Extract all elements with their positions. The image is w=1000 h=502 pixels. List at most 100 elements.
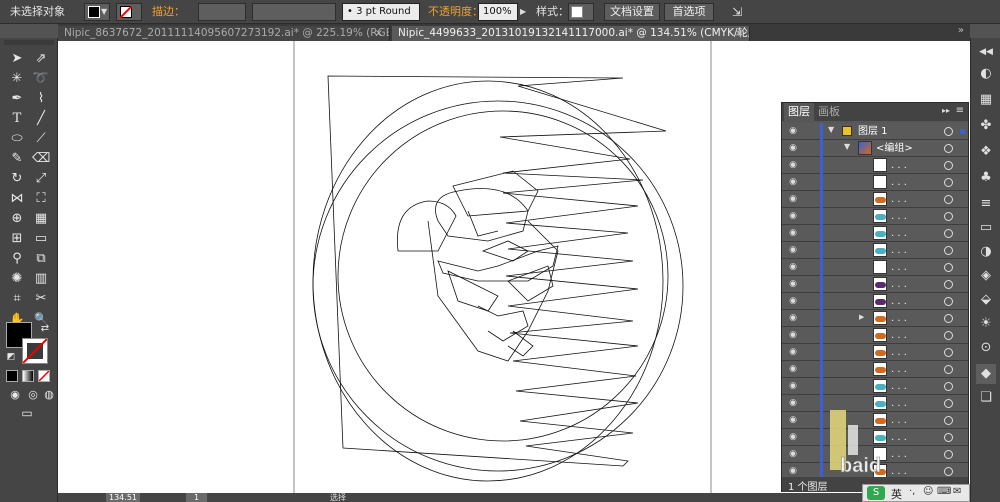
keyboard-icon[interactable]: ⌨ (937, 486, 951, 497)
tab-document-1[interactable]: Nipic_8637672_20111114095607273192.ai* @… (58, 26, 390, 41)
symbol-sprayer-tool-icon[interactable]: ✺ (8, 270, 26, 288)
expand-triangle-icon[interactable]: ▶ (859, 313, 864, 321)
screen-mode-icon[interactable]: ▭ (18, 404, 36, 422)
opacity-label[interactable]: 不透明度： (428, 3, 483, 21)
direct-selection-tool-icon[interactable]: ⇗ (32, 50, 50, 68)
style-swatch[interactable] (568, 3, 594, 21)
ellipse-tool-icon[interactable]: ⬭ (8, 130, 26, 148)
layer-item-row[interactable]: ◉ . . . (782, 344, 968, 361)
eyedropper-tool-icon[interactable]: ⚲ (8, 250, 26, 268)
zoom-field[interactable]: 134.51 (106, 493, 140, 502)
eye-icon[interactable]: ◉ (786, 363, 800, 375)
slice-tool-icon[interactable]: ✂ (32, 290, 50, 308)
transparency-panel-icon[interactable]: ◑ (976, 242, 996, 262)
eye-icon[interactable]: ◉ (786, 227, 800, 239)
color-mode-button[interactable] (6, 370, 18, 382)
layer-item-row[interactable]: ◉ . . . (782, 293, 968, 310)
layer-item-row[interactable]: ◉ . . . (782, 191, 968, 208)
eye-icon[interactable]: ◉ (786, 465, 800, 477)
target-icon[interactable] (944, 161, 953, 170)
eraser-tool-icon[interactable]: ⌫ (32, 150, 50, 168)
layer-item-row[interactable]: ◉ . . . (782, 259, 968, 276)
layer-item-row[interactable]: ◉ . . . (782, 242, 968, 259)
curvature-tool-icon[interactable]: ⌇ (32, 90, 50, 108)
perspective-grid-tool-icon[interactable]: ▦ (32, 210, 50, 228)
eye-icon[interactable]: ◉ (786, 244, 800, 256)
tab-layers[interactable]: 图层 (784, 103, 814, 121)
symbols-panel-icon[interactable]: ❖ (976, 142, 996, 162)
target-icon[interactable] (944, 127, 953, 136)
pencil-tool-icon[interactable]: ✎ (8, 150, 26, 168)
stroke-weight-dropdown[interactable] (198, 3, 246, 21)
target-icon[interactable] (944, 212, 953, 221)
close-icon[interactable]: × (735, 26, 743, 41)
gradient-tool-icon[interactable]: ▭ (32, 230, 50, 248)
layer-item-row[interactable]: ◉ . . . (782, 276, 968, 293)
target-icon[interactable] (944, 348, 953, 357)
layer-item-row[interactable]: ◉ . . . (782, 361, 968, 378)
target-icon[interactable] (944, 314, 953, 323)
eye-icon[interactable]: ◉ (786, 397, 800, 409)
draw-inside-icon[interactable]: ◍ (40, 386, 58, 404)
document-setup-button[interactable]: 文档设置 (604, 3, 660, 21)
width-tool-icon[interactable]: ⋈ (8, 190, 26, 208)
arrange-icon[interactable]: ⇲ (732, 3, 742, 21)
collapse-panels-icon[interactable]: ◀◀ (976, 42, 996, 62)
eye-icon[interactable]: ◉ (786, 295, 800, 307)
target-icon[interactable] (944, 178, 953, 187)
close-icon[interactable]: × (375, 26, 383, 41)
artboard-tool-icon[interactable]: ⌗ (8, 290, 26, 308)
artboards-panel-icon[interactable]: ❏ (976, 388, 996, 408)
target-icon[interactable] (944, 263, 953, 272)
layer-row[interactable]: ◉ ▼ 图层 1 (782, 123, 968, 140)
eye-icon[interactable]: ◉ (786, 380, 800, 392)
skin-icon[interactable]: ✉ (953, 486, 961, 497)
target-icon[interactable] (944, 297, 953, 306)
stroke-label[interactable]: 描边： (152, 3, 185, 21)
pen-tool-icon[interactable]: ✒ (8, 90, 26, 108)
eye-icon[interactable]: ◉ (786, 125, 800, 137)
group-row[interactable]: ◉ ▼ <编组> (782, 140, 968, 157)
eye-icon[interactable]: ◉ (786, 431, 800, 443)
blend-tool-icon[interactable]: ⧉ (32, 250, 50, 268)
lasso-tool-icon[interactable]: ➰ (32, 70, 50, 88)
scale-tool-icon[interactable]: ⤢ (32, 170, 50, 188)
stroke-panel-icon[interactable]: ≡ (976, 194, 996, 214)
opacity-input[interactable]: 100% (478, 3, 518, 21)
eye-icon[interactable]: ◉ (786, 414, 800, 426)
target-icon[interactable] (944, 229, 953, 238)
eye-icon[interactable]: ◉ (786, 448, 800, 460)
collapse-icon[interactable]: ▸▸ (942, 106, 950, 115)
line-tool-icon[interactable]: ╱ (32, 110, 50, 128)
shape-builder-tool-icon[interactable]: ⊕ (8, 210, 26, 228)
ime-language-label[interactable]: 英 (891, 486, 902, 502)
expand-triangle-icon[interactable]: ▼ (828, 125, 834, 134)
target-icon[interactable] (944, 280, 953, 289)
eye-icon[interactable]: ◉ (786, 142, 800, 154)
fill-swatch[interactable]: ▼ (84, 3, 110, 21)
column-graph-tool-icon[interactable]: ▥ (32, 270, 50, 288)
eye-icon[interactable]: ◉ (786, 261, 800, 273)
graphic-styles-panel-icon[interactable]: ⬙ (976, 290, 996, 310)
tab-overflow-icon[interactable]: » (958, 25, 964, 36)
tab-document-2[interactable]: Nipic_4499633_20131019132141117000.ai* @… (392, 26, 750, 41)
free-transform-tool-icon[interactable]: ⛶ (32, 190, 50, 208)
brushes-panel-icon[interactable]: ✤ (976, 116, 996, 136)
gradient-panel-icon[interactable]: ▭ (976, 218, 996, 238)
eye-icon[interactable]: ◉ (786, 312, 800, 324)
gradient-mode-button[interactable] (22, 370, 34, 382)
target-icon[interactable] (944, 365, 953, 374)
paintbrush-tool-icon[interactable]: ⟋ (32, 130, 50, 148)
sogou-s-icon[interactable]: S (867, 486, 885, 500)
target-icon[interactable] (944, 195, 953, 204)
sun-panel-icon[interactable]: ☀ (976, 314, 996, 334)
chevron-right-icon[interactable]: ▶ (520, 3, 526, 21)
swatches-panel-icon[interactable]: ▦ (976, 90, 996, 110)
layer-item-row[interactable]: ◉ . . . (782, 157, 968, 174)
type-tool-icon[interactable]: T (8, 110, 26, 128)
default-colors-icon[interactable]: ◩ (2, 348, 20, 366)
panel-menu-icon[interactable]: ≡ (956, 105, 964, 116)
expand-triangle-icon[interactable]: ▼ (844, 142, 850, 151)
target-icon[interactable] (944, 144, 953, 153)
artboard-number-field[interactable]: 1 (186, 493, 208, 502)
